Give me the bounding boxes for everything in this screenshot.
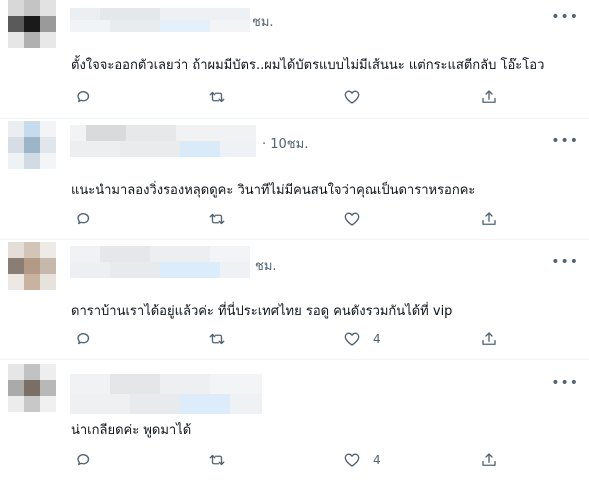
retweet-button[interactable] (208, 208, 226, 230)
timestamp[interactable]: ชม. (255, 255, 277, 276)
retweet-icon (209, 91, 225, 103)
reply-tweet-1[interactable]: ชม. ••• ตั้งใจจะออกตัวเลยว่า ถ้าผมมีบัตร… (0, 0, 589, 118)
share-button[interactable] (480, 449, 498, 471)
timestamp[interactable]: · 10ชม. (262, 133, 308, 154)
timestamp[interactable]: ชม. (252, 11, 274, 32)
retweet-icon (209, 213, 225, 225)
like-button[interactable] (343, 208, 373, 230)
share-icon (482, 332, 496, 345)
blurred-username[interactable] (70, 374, 262, 414)
more-icon[interactable]: ••• (551, 254, 579, 270)
avatar[interactable] (8, 121, 56, 169)
reply-icon (77, 454, 90, 466)
avatar[interactable] (8, 364, 56, 412)
blurred-username[interactable] (70, 125, 256, 157)
share-button[interactable] (480, 86, 498, 108)
reply-button[interactable] (75, 208, 93, 230)
blurred-username[interactable] (70, 8, 250, 32)
share-button[interactable] (480, 328, 498, 350)
more-icon[interactable]: ••• (551, 375, 579, 391)
avatar[interactable] (8, 242, 56, 290)
avatar[interactable] (8, 0, 56, 48)
tweet-text: แนะนำมาลองวิ่งรองหลุดดูคะ วินาทีไม่มีคนส… (71, 183, 476, 198)
tweet-text: ดาราบ้านเราได้อยู่แล้วค่ะ ที่นี่ประเทศไท… (71, 304, 453, 319)
reply-icon (77, 333, 90, 345)
like-count: 4 (373, 453, 381, 467)
retweet-button[interactable] (208, 449, 226, 471)
like-button[interactable]: 4 (343, 449, 381, 471)
reply-icon (77, 213, 90, 225)
heart-icon (344, 453, 360, 467)
more-icon[interactable]: ••• (551, 9, 579, 25)
reply-tweet-3[interactable]: ชม. ••• ดาราบ้านเราได้อยู่แล้วค่ะ ที่นี่… (0, 240, 589, 359)
reply-button[interactable] (75, 449, 93, 471)
retweet-icon (209, 333, 225, 345)
like-count: 4 (373, 332, 381, 346)
tweet-text: ตั้งใจจะออกตัวเลยว่า ถ้าผมมีบัตร..ผมได้บ… (71, 58, 545, 73)
reply-button[interactable] (75, 328, 93, 350)
reply-tweet-4[interactable]: ••• น่าเกลียดค่ะ พูดมาได้ 4 (0, 360, 589, 480)
like-button[interactable]: 4 (343, 328, 381, 350)
reply-icon (77, 91, 90, 103)
heart-icon (344, 332, 360, 346)
share-icon (482, 212, 496, 225)
share-icon (482, 453, 496, 466)
reply-button[interactable] (75, 86, 93, 108)
reply-tweet-2[interactable]: · 10ชม. ••• แนะนำมาลองวิ่งรองหลุดดูคะ วิ… (0, 119, 589, 239)
retweet-button[interactable] (208, 328, 226, 350)
share-icon (482, 90, 496, 103)
tweet-text: น่าเกลียดค่ะ พูดมาได้ (71, 423, 192, 438)
retweet-icon (209, 454, 225, 466)
retweet-button[interactable] (208, 86, 226, 108)
share-button[interactable] (480, 208, 498, 230)
like-button[interactable] (343, 86, 373, 108)
heart-icon (344, 90, 360, 104)
blurred-username[interactable] (70, 246, 250, 278)
more-icon[interactable]: ••• (551, 133, 579, 149)
heart-icon (344, 212, 360, 226)
